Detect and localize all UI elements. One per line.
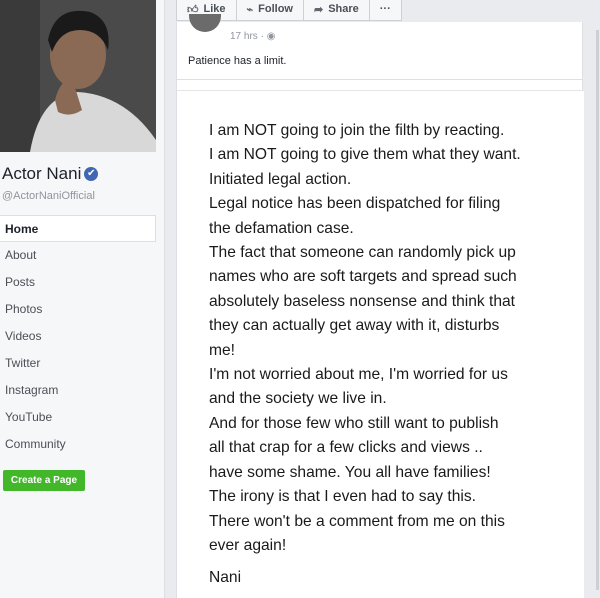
post-caption: Patience has a limit. (188, 55, 287, 67)
scrollbar[interactable] (596, 30, 599, 590)
post-header: 17 hrs · ◉ Patience has a limit. (176, 14, 583, 80)
post-time-text[interactable]: 17 hrs · (230, 31, 264, 42)
nav-item-twitter[interactable]: Twitter (0, 350, 156, 377)
nav-item-videos[interactable]: Videos (0, 323, 156, 350)
nav-item-photos[interactable]: Photos (0, 296, 156, 323)
more-options-button[interactable]: ··· (368, 0, 402, 21)
nav-item-posts[interactable]: Posts (0, 269, 156, 296)
share-label: Share (328, 3, 359, 15)
page-name-text[interactable]: Actor Nani (2, 164, 81, 184)
share-button[interactable]: ➦ Share (302, 0, 370, 21)
nav-item-youtube[interactable]: YouTube (0, 404, 156, 431)
page-handle[interactable]: @ActorNaniOfficial (2, 190, 95, 202)
rss-icon: ⌁ (246, 3, 254, 16)
nav-item-home[interactable]: Home (0, 215, 156, 242)
profile-picture[interactable] (0, 0, 156, 152)
post-image-card: I am NOT going to join the filth by reac… (176, 80, 584, 598)
create-page-button[interactable]: Create a Page (3, 470, 85, 491)
left-sidebar: Actor Nani ✔ @ActorNaniOfficial Home Abo… (0, 0, 165, 598)
nav-item-about[interactable]: About (0, 242, 156, 269)
nav-item-instagram[interactable]: Instagram (0, 377, 156, 404)
profile-photo-icon (0, 0, 156, 152)
globe-icon: ◉ (266, 31, 276, 42)
follow-button[interactable]: ⌁ Follow (235, 0, 304, 21)
verified-badge-icon: ✔ (84, 167, 99, 181)
page-nav: Home About Posts Photos Videos Twitter I… (0, 215, 156, 458)
statement-signature: Nani (209, 569, 242, 586)
post-image[interactable]: I am NOT going to join the filth by reac… (177, 90, 584, 598)
post-author-avatar[interactable] (189, 14, 221, 32)
post-timestamp[interactable]: 17 hrs · ◉ (230, 31, 275, 42)
follow-label: Follow (258, 3, 293, 15)
nav-item-community[interactable]: Community (0, 431, 156, 458)
statement-text: I am NOT going to join the filth by reac… (209, 122, 521, 554)
page-name[interactable]: Actor Nani ✔ (2, 164, 99, 184)
share-arrow-icon: ➦ (313, 3, 324, 16)
